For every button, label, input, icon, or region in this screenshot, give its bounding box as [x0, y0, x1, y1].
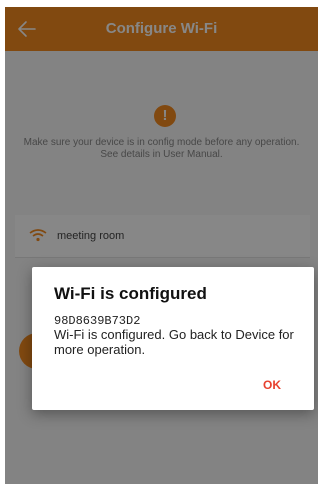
- configured-dialog: Wi-Fi is configured 98D8639B73D2 Wi-Fi i…: [32, 267, 314, 410]
- ok-button[interactable]: OK: [263, 378, 281, 392]
- device-id: 98D8639B73D2: [54, 314, 141, 328]
- modal-overlay[interactable]: [5, 7, 318, 484]
- dialog-message: Wi-Fi is configured. Go back to Device f…: [54, 327, 294, 357]
- dialog-title: Wi-Fi is configured: [54, 284, 207, 303]
- app-screen: Configure Wi-Fi ! Make sure your device …: [5, 7, 318, 484]
